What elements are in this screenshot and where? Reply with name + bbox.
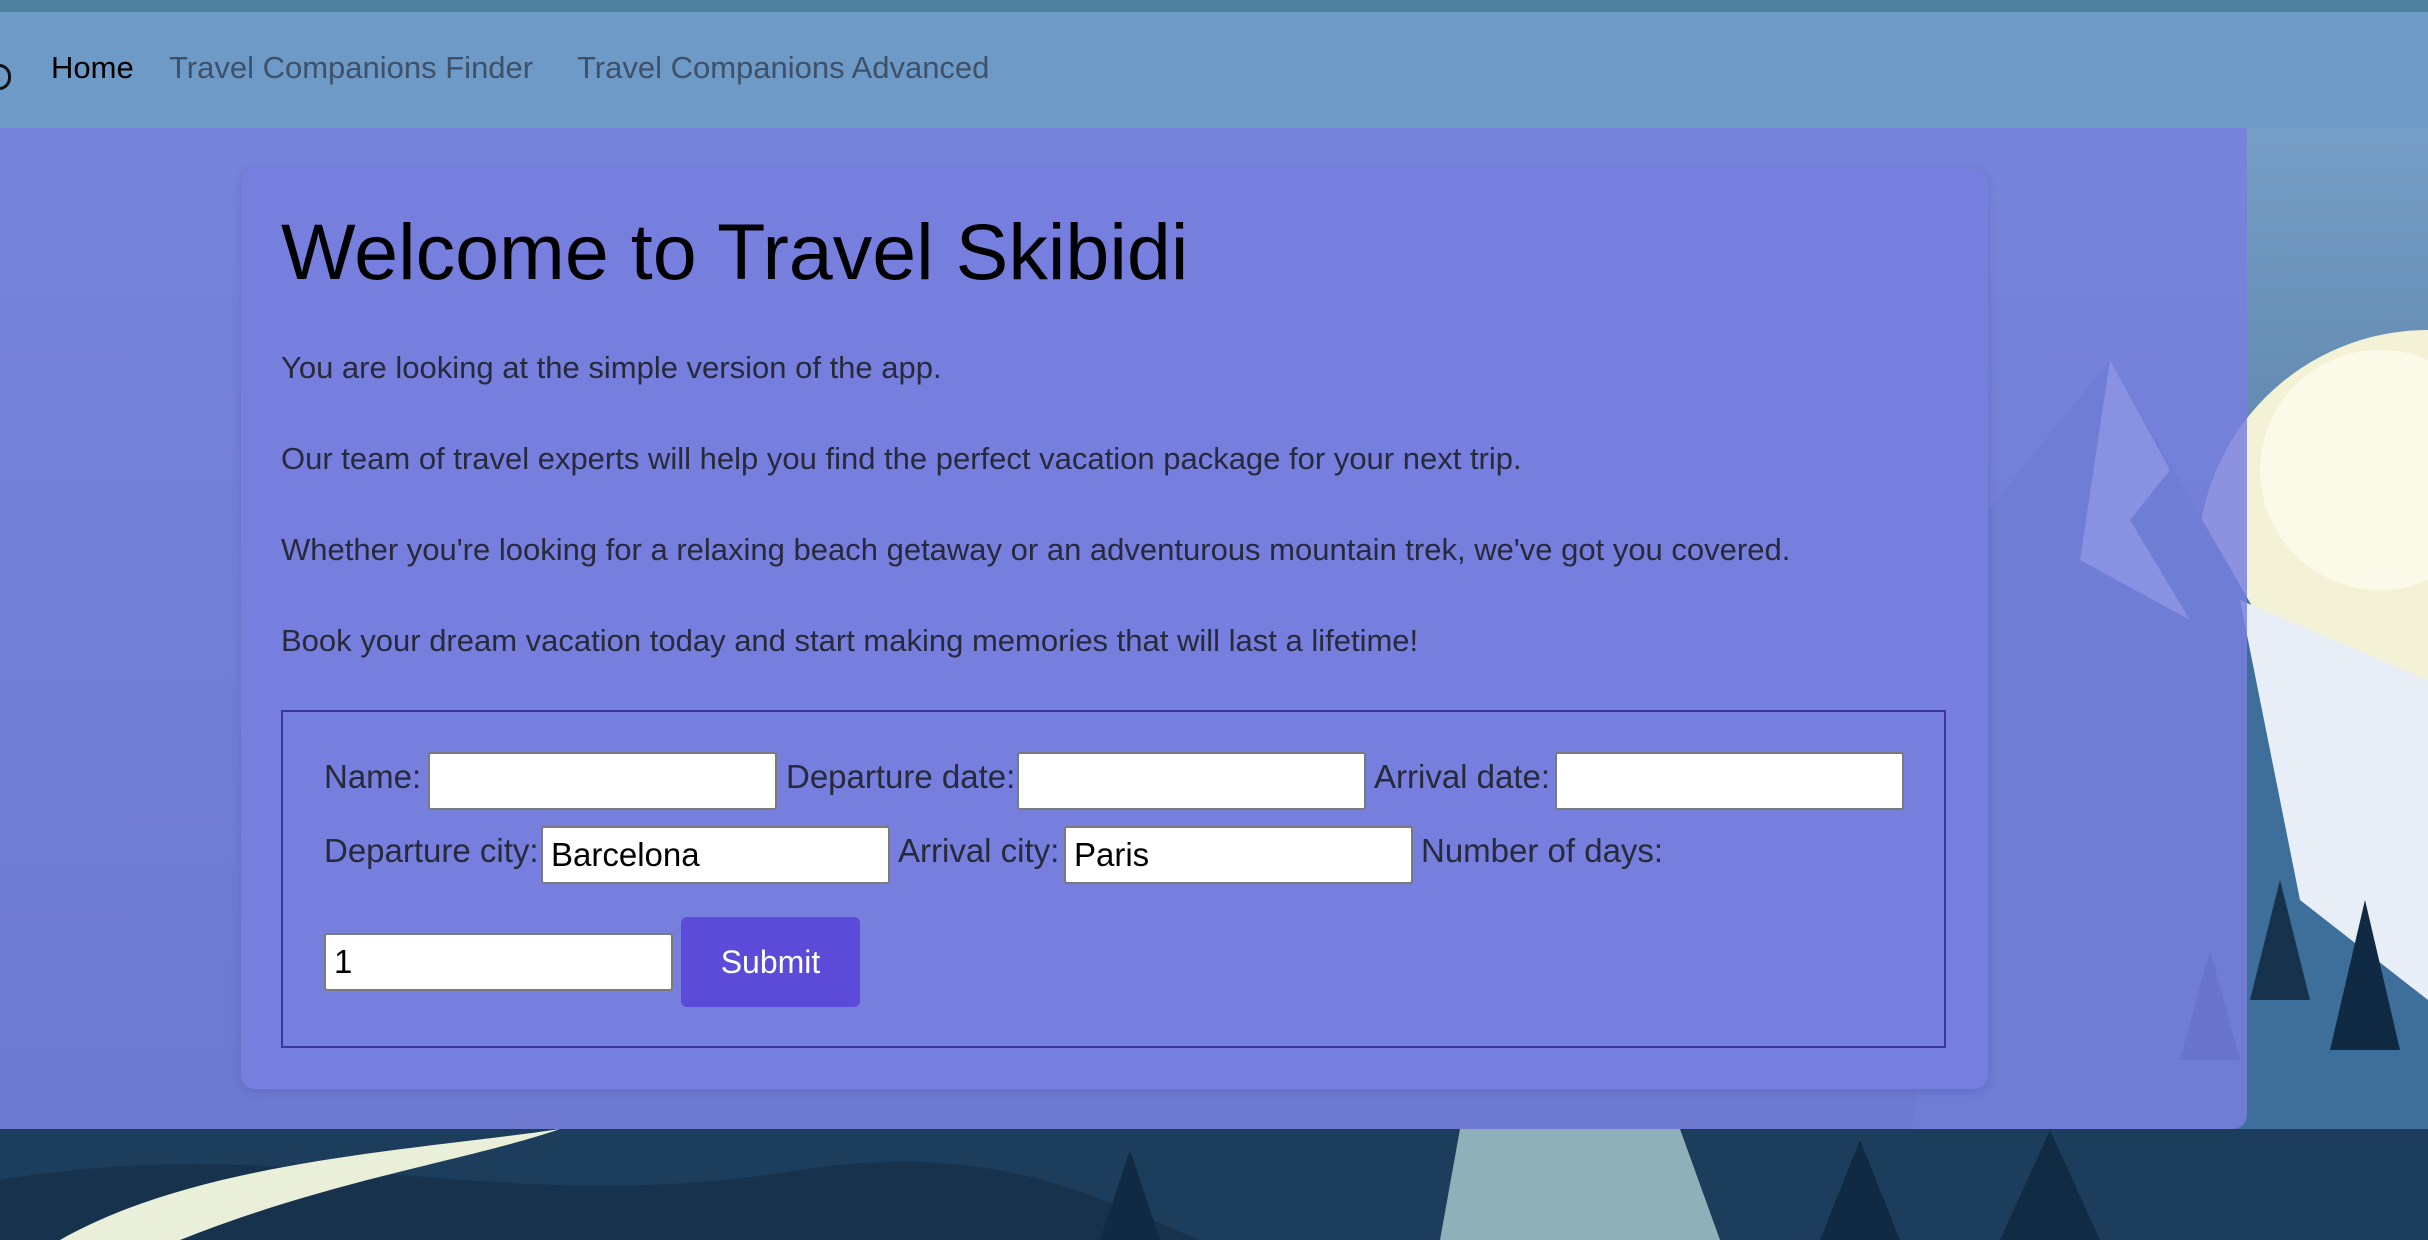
intro-paragraph-getaway: Whether you're looking for a relaxing be… [281,532,1791,567]
departure-city-label: Departure city: [324,832,539,869]
submit-button[interactable]: Submit [681,917,860,1007]
nav-brand-fragment [0,64,11,90]
nav-link-travel-companions-advanced[interactable]: Travel Companions Advanced [577,50,989,86]
nav-link-travel-companions-finder[interactable]: Travel Companions Finder [169,50,533,86]
arrival-date-label: Arrival date: [1374,758,1551,795]
nav-link-home[interactable]: Home [51,50,134,86]
intro-paragraph-simple-version: You are looking at the simple version of… [281,350,942,385]
arrival-city-input[interactable] [1064,826,1413,884]
welcome-card: Welcome to Travel Skibidi You are lookin… [241,168,1988,1089]
arrival-city-label: Arrival city: [898,832,1060,869]
arrival-date-input[interactable] [1555,752,1904,810]
page-title: Welcome to Travel Skibidi [281,207,1189,296]
intro-paragraph-travel-experts: Our team of travel experts will help you… [281,441,1522,476]
name-label: Name: [324,758,422,795]
trip-search-form: Name: Departure date: Arrival date: Depa… [281,710,1946,1048]
departure-city-input[interactable] [541,826,890,884]
navbar: Home Travel Companions Finder Travel Com… [0,12,2428,128]
departure-date-input[interactable] [1017,752,1366,810]
number-of-days-label: Number of days: [1421,832,1664,869]
top-strip [0,0,2428,12]
name-input[interactable] [428,752,777,810]
departure-date-label: Departure date: [786,758,1016,795]
intro-paragraph-book-today: Book your dream vacation today and start… [281,623,1419,658]
number-of-days-input[interactable] [324,933,673,991]
